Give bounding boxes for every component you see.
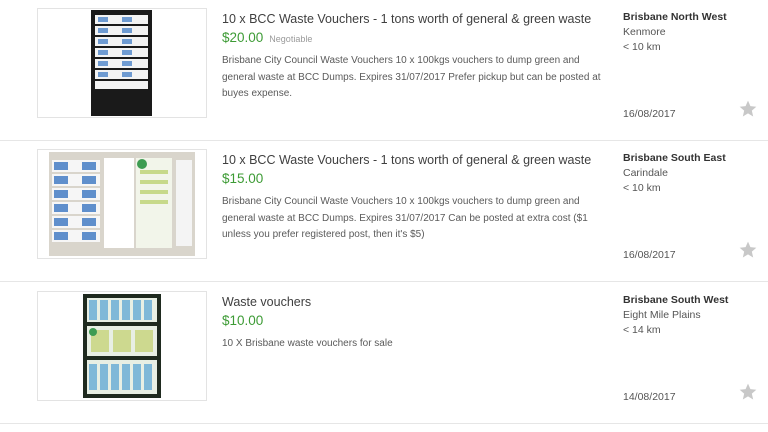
listing-thumbnail[interactable]	[37, 149, 207, 259]
location-region: Brisbane South East	[623, 152, 726, 164]
listing-thumbnail[interactable]	[37, 8, 207, 118]
location-distance: < 14 km	[623, 324, 661, 336]
listing-description: Brisbane City Council Waste Vouchers 10 …	[222, 55, 601, 99]
listing-price: $20.00	[222, 30, 264, 45]
location-suburb: Carindale	[623, 167, 668, 179]
listing-price: $10.00	[222, 313, 264, 328]
listing-item[interactable]: 10 x BCC Waste Vouchers - 1 tons worth o…	[0, 0, 768, 141]
location-region: Brisbane South West	[623, 294, 729, 306]
listing-description: 10 X Brisbane waste vouchers for sale	[222, 338, 393, 349]
price-row: $20.00 Negotiable	[222, 29, 312, 47]
location-distance: < 10 km	[623, 41, 661, 53]
price-row: $10.00	[222, 312, 263, 330]
voucher-photo	[38, 292, 206, 400]
listing-results: 10 x BCC Waste Vouchers - 1 tons worth o…	[0, 0, 768, 432]
price-row: $15.00	[222, 170, 263, 188]
listing-date: 16/08/2017	[623, 108, 676, 120]
listing-item[interactable]: 10 x BCC Waste Vouchers - 1 tons worth o…	[0, 141, 768, 282]
star-icon[interactable]	[738, 240, 758, 260]
listing-date: 14/08/2017	[623, 391, 676, 403]
listing-price: $15.00	[222, 171, 264, 186]
voucher-photo	[38, 9, 206, 117]
voucher-photo	[38, 150, 206, 258]
star-icon[interactable]	[738, 99, 758, 119]
listing-description: Brisbane City Council Waste Vouchers 10 …	[222, 196, 588, 240]
listing-thumbnail[interactable]	[37, 291, 207, 401]
listing-title[interactable]: Waste vouchers	[222, 295, 602, 309]
star-icon[interactable]	[738, 382, 758, 402]
location-suburb: Kenmore	[623, 26, 666, 38]
negotiable-tag: Negotiable	[269, 34, 313, 44]
listing-title[interactable]: 10 x BCC Waste Vouchers - 1 tons worth o…	[222, 12, 602, 26]
location-region: Brisbane North West	[623, 11, 727, 23]
listing-item[interactable]: Waste vouchers $10.00 10 X Brisbane wast…	[0, 283, 768, 424]
listing-date: 16/08/2017	[623, 249, 676, 261]
location-distance: < 10 km	[623, 182, 661, 194]
location-suburb: Eight Mile Plains	[623, 309, 701, 321]
listing-title[interactable]: 10 x BCC Waste Vouchers - 1 tons worth o…	[222, 153, 602, 167]
